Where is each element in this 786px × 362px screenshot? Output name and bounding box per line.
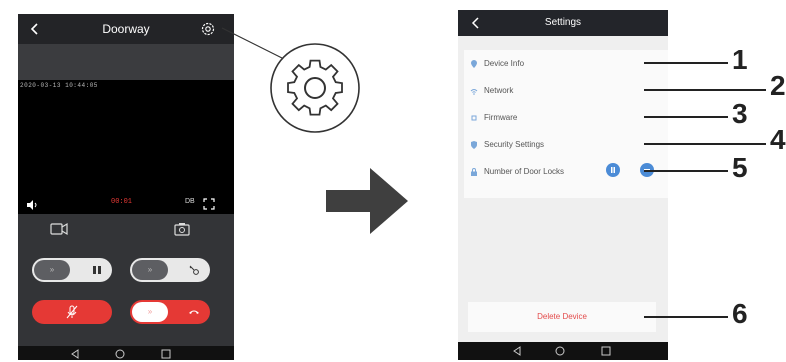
callout-4: 4 (770, 124, 786, 155)
callout-6: 6 (732, 298, 748, 329)
callout-2: 2 (770, 70, 786, 101)
callout-lines (644, 62, 766, 318)
callout-3: 3 (732, 98, 748, 129)
callout-1: 1 (732, 44, 748, 75)
callout-5: 5 (732, 152, 748, 183)
